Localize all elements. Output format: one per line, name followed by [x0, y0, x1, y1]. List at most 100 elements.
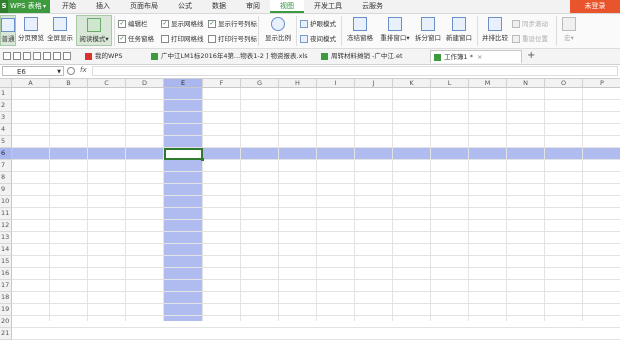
checkbox-checked-icon: ✓	[118, 20, 126, 28]
open-folder-icon[interactable]	[13, 52, 21, 60]
spreadsheet-grid[interactable]: ABCDEFGHIJKLMNOP 1 2 3 4 5 6 7 8 9 10 11 12 13 14 15 16…	[0, 79, 620, 340]
print-gridlines-checkbox[interactable]: 打印网格线	[161, 33, 204, 43]
split-window-button[interactable]: 拆分窗口	[414, 15, 442, 46]
show-headers-checkbox[interactable]: ✓ 显示行号列标	[208, 18, 257, 28]
normal-view-button[interactable]: 普通	[0, 15, 16, 46]
tab-insert[interactable]: 插入	[86, 0, 120, 13]
customize-icon[interactable]	[63, 52, 71, 60]
row-gridline	[12, 195, 620, 196]
row-header-3[interactable]: 3	[0, 112, 12, 124]
row-header-10[interactable]: 10	[0, 196, 12, 208]
arrange-windows-button[interactable]: 重排窗口▾	[377, 15, 413, 46]
doc-tab-materials-report[interactable]: 广中江LM1标2016年4第...物表1-2 ] 物资报表.xls	[148, 50, 311, 63]
column-header-b[interactable]: B	[50, 79, 88, 88]
macro-icon	[562, 17, 576, 31]
column-header-f[interactable]: F	[203, 79, 241, 88]
login-button[interactable]: 未登录	[570, 0, 620, 13]
page-break-preview-button[interactable]: 分页预览	[17, 15, 45, 46]
ribbon-divider	[556, 16, 557, 46]
column-header-n[interactable]: N	[507, 79, 545, 88]
column-header-m[interactable]: M	[469, 79, 507, 88]
column-header-l[interactable]: L	[431, 79, 469, 88]
tab-page-layout[interactable]: 页面布局	[120, 0, 168, 13]
column-header-i[interactable]: I	[317, 79, 355, 88]
chevron-down-icon: ▾	[406, 34, 410, 42]
reading-mode-button[interactable]: 阅读模式▾	[76, 15, 112, 46]
redo-icon[interactable]	[53, 52, 61, 60]
tab-formula[interactable]: 公式	[168, 0, 202, 13]
row-header-17[interactable]: 17	[0, 280, 12, 292]
task-pane-checkbox[interactable]: ✓ 任务窗格	[118, 33, 154, 43]
reset-position-button[interactable]: 重设位置	[512, 33, 548, 43]
undo-icon[interactable]	[43, 52, 51, 60]
column-header-p[interactable]: P	[583, 79, 620, 88]
row-header-11[interactable]: 11	[0, 208, 12, 220]
full-screen-label: 全屏显示	[47, 34, 73, 42]
select-all-corner[interactable]	[0, 79, 12, 88]
column-header-c[interactable]: C	[88, 79, 126, 88]
name-box[interactable]: E6 ▼	[2, 66, 64, 76]
sync-scroll-button[interactable]: 同步滚动	[512, 18, 548, 28]
row-header-20[interactable]: 20	[0, 316, 12, 328]
column-header-g[interactable]: G	[241, 79, 279, 88]
row-header-15[interactable]: 15	[0, 256, 12, 268]
new-tab-plus-icon[interactable]: +	[527, 50, 535, 61]
full-screen-button[interactable]: 全屏显示	[46, 15, 74, 46]
new-window-button[interactable]: 新建窗口	[444, 15, 474, 46]
column-header-k[interactable]: K	[393, 79, 431, 88]
tab-review[interactable]: 审阅	[236, 0, 270, 13]
column-header-h[interactable]: H	[279, 79, 317, 88]
row-header-18[interactable]: 18	[0, 292, 12, 304]
show-gridlines-checkbox[interactable]: ✓ 显示网格线	[161, 18, 204, 28]
edit-bar-checkbox[interactable]: ✓ 编辑栏	[118, 18, 148, 28]
freeze-panes-button[interactable]: 冻结窗格	[344, 15, 376, 46]
app-menu-button[interactable]: S WPS 表格 ▾	[0, 0, 50, 13]
row-gridline	[12, 123, 620, 124]
row-header-6[interactable]: 6	[0, 148, 12, 160]
reset-position-icon	[512, 35, 520, 43]
row-header-7[interactable]: 7	[0, 160, 12, 172]
doc-tab-workbook1[interactable]: 工作簿1 * ×	[430, 50, 522, 63]
tab-start[interactable]: 开始	[52, 0, 86, 13]
row-header-8[interactable]: 8	[0, 172, 12, 184]
row-header-4[interactable]: 4	[0, 124, 12, 136]
ribbon-view: 普通 分页预览 全屏显示 阅读模式▾ ✓ 编辑栏 ✓ 任务窗格 ✓ 显示网格线 打印网…	[0, 14, 620, 49]
column-header-o[interactable]: O	[545, 79, 583, 88]
print-headers-checkbox[interactable]: 打印行号列标	[208, 33, 257, 43]
row-header-12[interactable]: 12	[0, 220, 12, 232]
zoom-button[interactable]: 显示比例	[262, 15, 294, 46]
fill-handle[interactable]	[201, 158, 204, 161]
tab-data[interactable]: 数据	[202, 0, 236, 13]
row-header-16[interactable]: 16	[0, 268, 12, 280]
row-header-21[interactable]: 21	[0, 328, 12, 340]
night-mode-button[interactable]: 夜间模式	[300, 33, 336, 43]
tab-cloud[interactable]: 云服务	[352, 0, 393, 13]
print-preview-icon[interactable]	[33, 52, 41, 60]
row-header-5[interactable]: 5	[0, 136, 12, 148]
magnifier-icon[interactable]	[67, 67, 75, 75]
function-icon[interactable]: fx	[80, 66, 87, 74]
row-header-14[interactable]: 14	[0, 244, 12, 256]
column-header-d[interactable]: D	[126, 79, 164, 88]
doc-tab-turnover-materials[interactable]: 周转材料摊销 -广中江.et	[318, 50, 406, 63]
row-header-1[interactable]: 1	[0, 88, 12, 100]
row-header-13[interactable]: 13	[0, 232, 12, 244]
eye-protection-button[interactable]: 护眼模式	[300, 18, 336, 28]
tab-developer[interactable]: 开发工具	[304, 0, 352, 13]
side-by-side-button[interactable]: 并排比较	[480, 15, 510, 46]
macro-button[interactable]: 宏▾	[559, 15, 579, 46]
column-header-j[interactable]: J	[355, 79, 393, 88]
tab-view[interactable]: 视图	[270, 0, 304, 13]
column-header-a[interactable]: A	[12, 79, 50, 88]
close-icon[interactable]: ×	[477, 53, 482, 61]
row-header-2[interactable]: 2	[0, 100, 12, 112]
active-cell[interactable]	[164, 148, 203, 160]
formula-input[interactable]	[92, 66, 618, 76]
print-icon[interactable]	[23, 52, 31, 60]
column-header-e[interactable]: E	[164, 79, 203, 88]
row-header-9[interactable]: 9	[0, 184, 12, 196]
save-icon[interactable]	[3, 52, 11, 60]
doc-tab-my-wps[interactable]: 我的WPS	[82, 50, 125, 63]
row-header-19[interactable]: 19	[0, 304, 12, 316]
edit-bar-label: 编辑栏	[128, 20, 148, 28]
